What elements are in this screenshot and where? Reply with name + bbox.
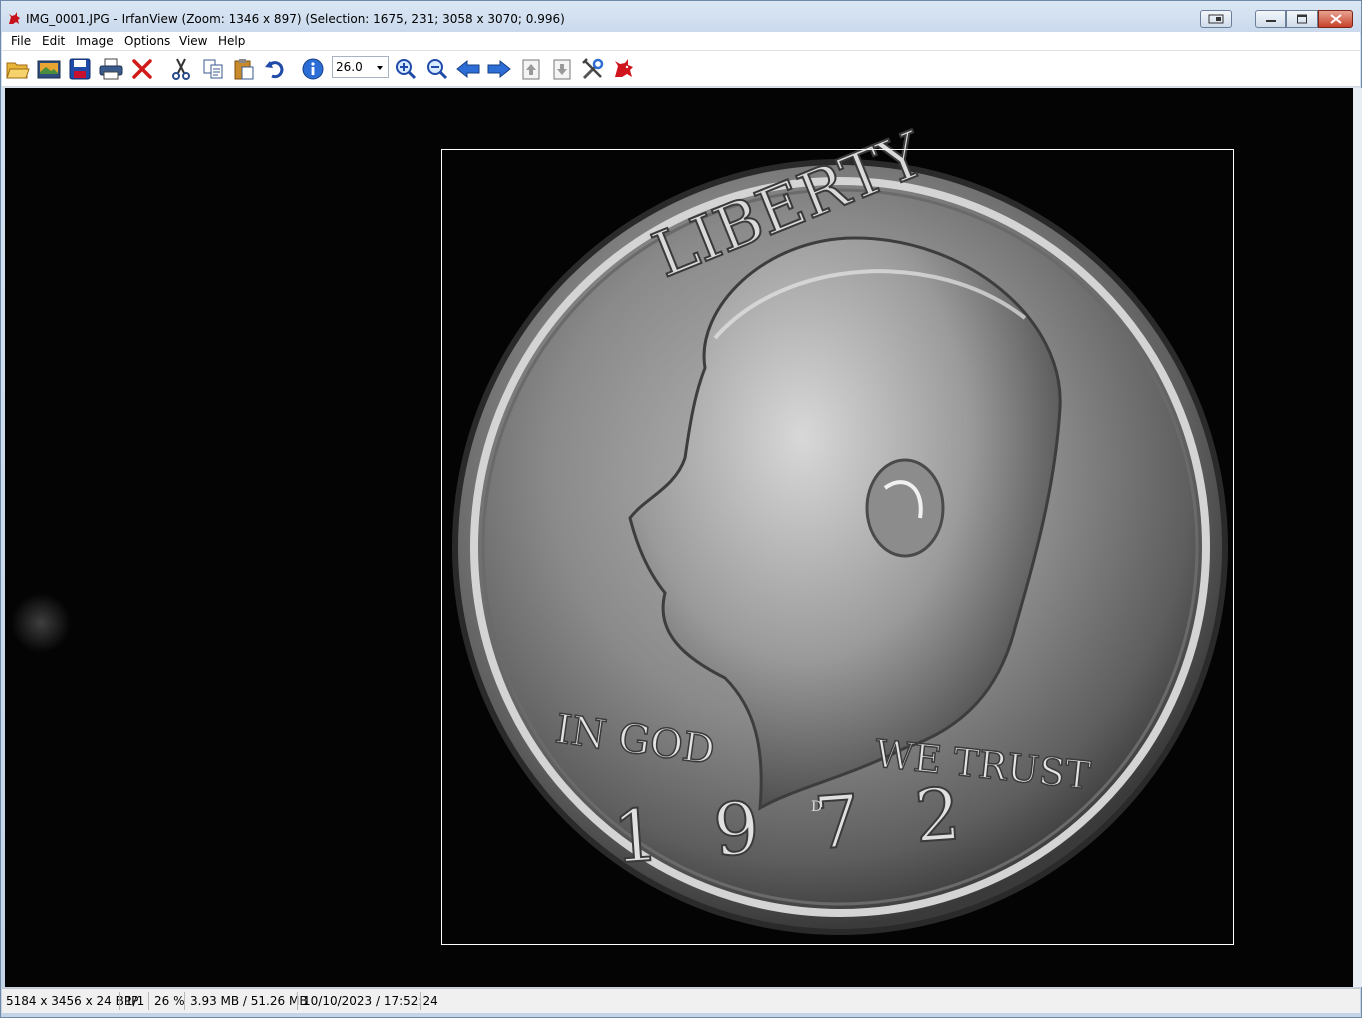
close-button[interactable] [1318,10,1353,28]
info-icon [302,58,324,80]
open-folder-icon [6,62,30,79]
status-separator [148,992,149,1010]
zoom-out-button[interactable] [423,55,451,83]
irfanview-window: IMG_0001.JPG - IrfanView (Zoom: 1346 x 8… [0,0,1362,1018]
title-bar[interactable]: IMG_0001.JPG - IrfanView (Zoom: 1346 x 8… [1,1,1361,34]
print-icon [99,58,123,80]
window-title: IMG_0001.JPG - IrfanView (Zoom: 1346 x 8… [26,12,565,26]
status-page: 1/1 [125,994,145,1008]
save-button[interactable] [66,55,94,83]
status-bar: 5184 x 3456 x 24 BPP 1/1 26 % 3.93 MB / … [2,988,1360,1013]
about-button[interactable] [610,55,638,83]
maximize-icon [1297,14,1307,24]
toolbar [2,51,1360,87]
thumbnails-icon [37,60,61,79]
zoom-value: 26.0 [336,60,363,74]
status-separator [119,992,120,1010]
menu-image[interactable]: Image [76,34,114,48]
print-button[interactable] [97,55,125,83]
delete-icon [132,59,152,79]
copy-icon [203,59,223,79]
selection-rectangle[interactable] [441,149,1234,945]
paste-button[interactable] [230,55,258,83]
cut-icon [172,58,190,80]
page-first-icon [522,59,540,80]
menu-bar: File Edit Image Options View Help [2,32,1360,51]
menu-help[interactable]: Help [218,34,245,48]
previous-icon [456,59,480,79]
next-icon [487,59,511,79]
settings-button[interactable] [579,55,607,83]
status-separator [420,992,421,1010]
minimize-button[interactable] [1255,10,1286,28]
thumbnails-button[interactable] [35,55,63,83]
irfanview-cat-icon [9,12,20,24]
zoom-in-icon [396,59,417,80]
image-viewer[interactable]: LIBERTY IN GOD WE TRUST 1972 D [5,88,1353,987]
page-first-button[interactable] [517,55,545,83]
page-last-icon [553,59,571,80]
chevron-down-icon[interactable] [374,60,386,74]
menu-file[interactable]: File [11,34,31,48]
window-right-edge [1353,88,1362,987]
status-datetime: 10/10/2023 / 17:52:24 [303,994,438,1008]
undo-button[interactable] [261,55,289,83]
menu-view[interactable]: View [179,34,207,48]
settings-icon [582,58,604,80]
undo-icon [265,61,284,79]
status-zoom: 26 % [154,994,185,1008]
minimize-icon [1265,20,1276,22]
maximize-button[interactable] [1286,10,1318,28]
zoom-in-button[interactable] [392,55,420,83]
paste-icon [234,59,254,80]
menu-edit[interactable]: Edit [42,34,65,48]
delete-button[interactable] [128,55,156,83]
copy-button[interactable] [199,55,227,83]
status-memory: 3.93 MB / 51.26 MB [190,994,308,1008]
previous-button[interactable] [454,55,482,83]
status-separator [184,992,185,1010]
zoom-out-icon [427,59,448,80]
page-last-button[interactable] [548,55,576,83]
snap-icon [1208,14,1224,24]
save-icon [69,58,91,80]
zoom-combobox[interactable]: 26.0 [332,56,389,78]
close-icon [1329,14,1342,24]
status-separator [297,992,298,1010]
open-button[interactable] [4,55,32,83]
info-button[interactable] [299,55,327,83]
toolbar-separator [162,57,163,81]
cut-button[interactable] [167,55,195,83]
next-button[interactable] [485,55,513,83]
menu-options[interactable]: Options [124,34,170,48]
toolbar-separator [295,57,296,81]
irfanview-cat-icon [615,59,633,77]
snap-button[interactable] [1200,10,1232,28]
